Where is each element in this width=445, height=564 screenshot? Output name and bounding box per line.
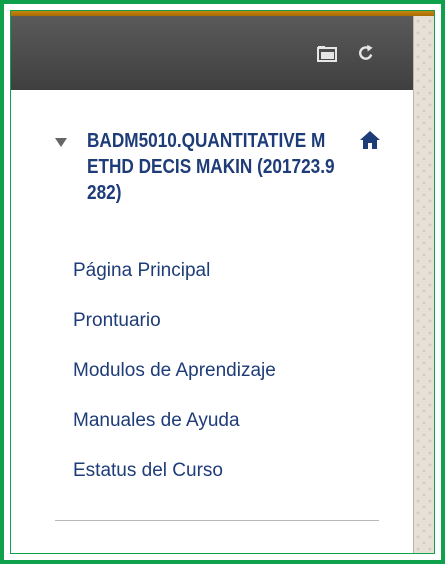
menu-divider	[55, 520, 379, 521]
course-toolbar	[11, 16, 413, 90]
content-area-background	[413, 16, 434, 553]
nav-item-pagina-principal[interactable]: Página Principal	[73, 260, 276, 310]
folder-icon[interactable]	[312, 38, 342, 68]
nav-item-manuales-de-ayuda[interactable]: Manuales de Ayuda	[73, 410, 276, 460]
course-nav-list: Página Principal Prontuario Modulos de A…	[73, 260, 276, 510]
course-title: BADM5010.QUANTITATIVE METHD DECIS MAKIN …	[87, 130, 335, 204]
home-icon[interactable]	[359, 130, 381, 155]
nav-item-modulos-de-aprendizaje[interactable]: Modulos de Aprendizaje	[73, 360, 276, 410]
nav-item-prontuario[interactable]: Prontuario	[73, 310, 276, 360]
course-menu: BADM5010.QUANTITATIVE METHD DECIS MAKIN …	[11, 90, 413, 553]
collapse-caret-icon[interactable]	[55, 138, 67, 147]
nav-item-estatus-del-curso[interactable]: Estatus del Curso	[73, 460, 276, 510]
outer-frame: BADM5010.QUANTITATIVE METHD DECIS MAKIN …	[0, 0, 445, 564]
refresh-icon[interactable]	[351, 38, 381, 68]
course-menu-panel: BADM5010.QUANTITATIVE METHD DECIS MAKIN …	[10, 10, 435, 554]
